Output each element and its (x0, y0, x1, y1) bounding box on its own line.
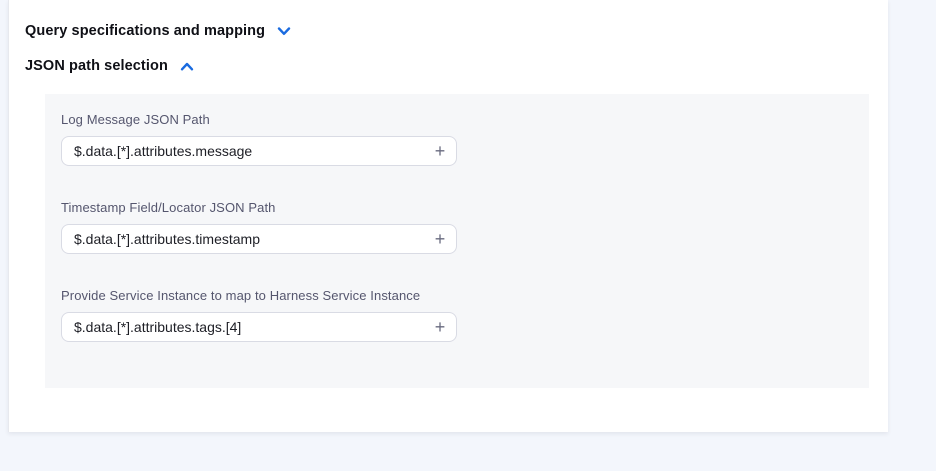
field-label: Timestamp Field/Locator JSON Path (61, 200, 869, 215)
chevron-down-icon[interactable] (276, 23, 292, 39)
field-service-instance-path: Provide Service Instance to map to Harne… (61, 288, 869, 342)
service-instance-json-path-input[interactable] (61, 312, 457, 342)
section-title: Query specifications and mapping (25, 23, 265, 39)
plus-icon[interactable]: + (429, 228, 451, 250)
timestamp-json-path-input[interactable] (61, 224, 457, 254)
log-message-json-path-input[interactable] (61, 136, 457, 166)
section-header-json-path-selection[interactable]: JSON path selection (25, 58, 195, 74)
content-card: Query specifications and mapping JSON pa… (8, 0, 888, 432)
field-label: Log Message JSON Path (61, 112, 869, 127)
chevron-up-icon[interactable] (179, 58, 195, 74)
json-path-selection-panel: Log Message JSON Path + Timestamp Field/… (45, 94, 869, 388)
section-title: JSON path selection (25, 58, 168, 74)
field-log-message-json-path: Log Message JSON Path + (61, 112, 869, 166)
section-header-query-specifications[interactable]: Query specifications and mapping (25, 23, 292, 39)
field-timestamp-json-path: Timestamp Field/Locator JSON Path + (61, 200, 869, 254)
plus-icon[interactable]: + (429, 316, 451, 338)
plus-icon[interactable]: + (429, 140, 451, 162)
field-label: Provide Service Instance to map to Harne… (61, 288, 869, 303)
